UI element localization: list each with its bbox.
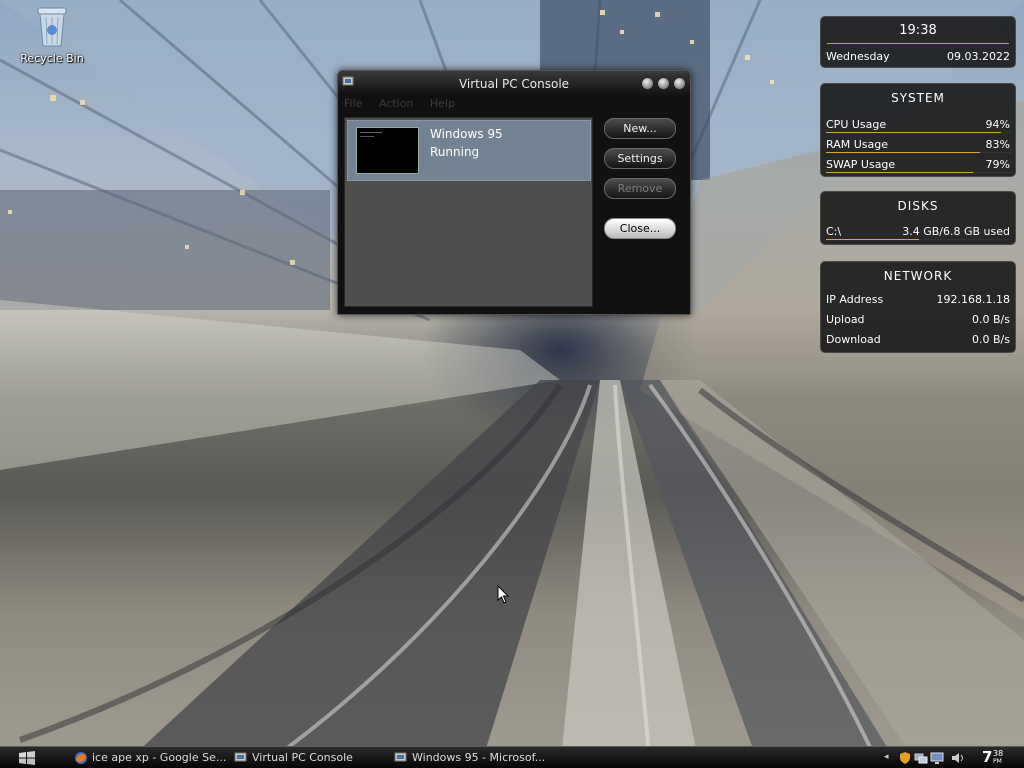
minimize-button[interactable] <box>641 77 654 90</box>
gadget-date: 09.03.2022 <box>947 50 1010 63</box>
new-button[interactable]: New... <box>604 118 676 139</box>
windows-logo-icon <box>19 751 35 765</box>
system-header: SYSTEM <box>891 91 945 105</box>
disk-c-bar-fill <box>826 239 919 240</box>
virtual-pc-icon <box>394 752 407 762</box>
ip-address-label: IP Address <box>826 293 884 306</box>
menu-help[interactable]: Help <box>430 97 455 110</box>
disk-c-label: C:\ <box>826 225 842 238</box>
taskbar-item-firefox[interactable]: ice ape xp - Google Se... <box>74 749 227 767</box>
swap-usage-value: 79% <box>985 158 1010 171</box>
system-gadget: SYSTEM CPU Usage 94% RAM Usage 83% SWAP … <box>820 83 1016 177</box>
upload-row: Upload 0.0 B/s <box>826 313 1010 329</box>
gadget-time: 19:38 <box>899 23 937 38</box>
menu-action[interactable]: Action <box>379 97 413 110</box>
ram-usage-label: RAM Usage <box>826 138 888 151</box>
network-gadget: NETWORK IP Address 192.168.1.18 Upload 0… <box>820 261 1016 353</box>
recycle-bin-label: Recycle Bin <box>20 52 84 65</box>
divider <box>827 43 1009 44</box>
settings-button[interactable]: Settings <box>604 148 676 169</box>
disk-c-value: 3.4 GB/6.8 GB used <box>902 225 1010 238</box>
upload-label: Upload <box>826 313 865 326</box>
vm-list: Windows 95 Running <box>344 117 593 307</box>
vm-status: Running <box>430 145 480 159</box>
close-window-button[interactable] <box>673 77 686 90</box>
vm-name: Windows 95 <box>430 127 503 141</box>
menu-file[interactable]: File <box>344 97 362 110</box>
taskbar-item-windows-95[interactable]: Windows 95 - Microsof... <box>394 749 546 767</box>
speaker-icon[interactable] <box>950 751 964 765</box>
taskbar: ice ape xp - Google Se... Virtual PC Con… <box>0 746 1024 768</box>
menu-bar: File Action Help <box>344 97 468 111</box>
vm-screen-thumbnail <box>356 127 419 174</box>
disk-c-row: C:\ 3.4 GB/6.8 GB used <box>826 225 1012 241</box>
download-value: 0.0 B/s <box>972 333 1010 346</box>
cpu-usage-bar <box>826 132 1012 133</box>
virtual-pc-icon <box>342 76 354 86</box>
ram-usage-value: 83% <box>985 138 1010 151</box>
swap-usage-bar-fill <box>826 172 973 173</box>
recycle-bin-shortcut[interactable]: Recycle Bin <box>18 2 86 65</box>
recycle-bin-icon <box>37 7 67 47</box>
gadget-day: Wednesday <box>826 50 890 63</box>
cpu-usage-label: CPU Usage <box>826 118 887 131</box>
ram-usage-bar-fill <box>826 152 981 153</box>
swap-usage-row: SWAP Usage 79% <box>826 158 1012 174</box>
tray-expand-icon[interactable]: ◂ <box>884 752 889 762</box>
ram-usage-row: RAM Usage 83% <box>826 138 1012 154</box>
clock-minutes: 38 <box>993 749 1004 758</box>
swap-usage-bar <box>826 172 1012 173</box>
clock-gadget: 19:38 Wednesday 09.03.2022 <box>820 16 1016 68</box>
virtual-pc-icon <box>234 752 247 762</box>
cpu-usage-bar-fill <box>826 132 1001 133</box>
taskbar-clock[interactable]: 7 38 PM <box>980 748 1020 768</box>
network-header: NETWORK <box>883 269 953 283</box>
vm-item-windows-95[interactable]: Windows 95 Running <box>347 120 591 181</box>
clock-ampm: PM <box>993 758 1002 765</box>
taskbar-item-virtual-pc-console[interactable]: Virtual PC Console <box>234 749 384 767</box>
download-label: Download <box>826 333 881 346</box>
window-title: Virtual PC Console <box>458 77 570 91</box>
download-row: Download 0.0 B/s <box>826 333 1010 349</box>
taskbar-item-label: Windows 95 - Microsof... <box>412 751 546 764</box>
disks-header: DISKS <box>897 199 939 213</box>
swap-usage-label: SWAP Usage <box>826 158 896 171</box>
ip-address-value: 192.168.1.18 <box>936 293 1010 306</box>
disks-gadget: DISKS C:\ 3.4 GB/6.8 GB used <box>820 191 1016 245</box>
mouse-pointer-icon <box>497 585 510 604</box>
firefox-icon <box>75 752 87 764</box>
network-icon[interactable] <box>914 751 928 765</box>
window-titlebar[interactable]: Virtual PC Console <box>338 71 690 95</box>
disk-c-bar <box>826 239 1012 240</box>
upload-value: 0.0 B/s <box>972 313 1010 326</box>
monitor-icon[interactable] <box>930 751 944 765</box>
virtual-pc-console-window: Virtual PC Console File Action Help Wind… <box>337 70 691 315</box>
taskbar-item-label: ice ape xp - Google Se... <box>92 751 227 764</box>
close-button[interactable]: Close... <box>604 218 676 239</box>
maximize-button[interactable] <box>657 77 670 90</box>
cpu-usage-row: CPU Usage 94% <box>826 118 1012 134</box>
taskbar-item-label: Virtual PC Console <box>252 751 353 764</box>
ram-usage-bar <box>826 152 1012 153</box>
start-button[interactable] <box>14 750 40 766</box>
remove-button[interactable]: Remove <box>604 178 676 199</box>
shield-icon[interactable] <box>898 751 912 765</box>
ip-address-row: IP Address 192.168.1.18 <box>826 293 1010 309</box>
clock-hour: 7 <box>982 748 993 766</box>
cpu-usage-value: 94% <box>985 118 1010 131</box>
